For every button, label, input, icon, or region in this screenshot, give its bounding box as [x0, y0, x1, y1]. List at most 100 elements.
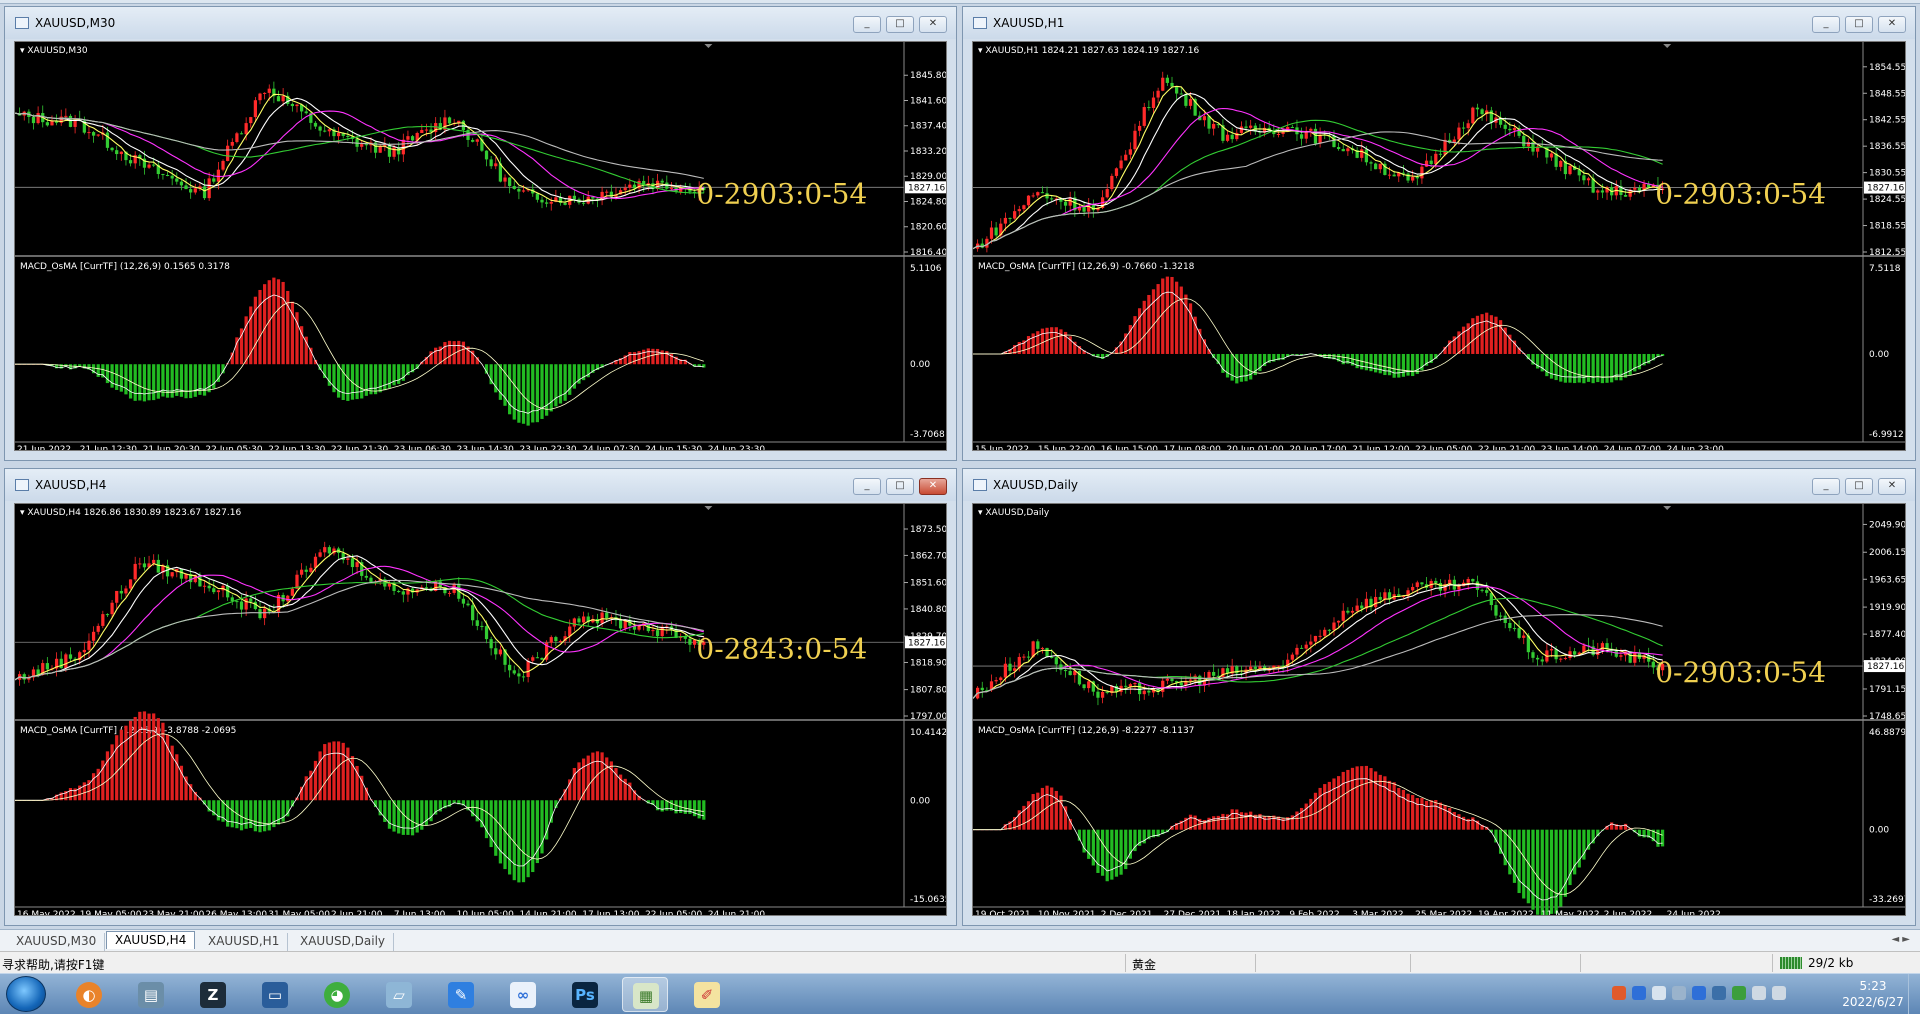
tab-xauusd-h1[interactable]: XAUUSD,H1 [200, 933, 289, 951]
current-price-label: 1827.16 [908, 183, 945, 193]
candle-body [212, 588, 216, 593]
maximize-button[interactable]: □ [886, 16, 914, 33]
tab-xauusd-daily[interactable]: XAUUSD,Daily [292, 933, 395, 951]
sogou-ime-icon[interactable] [1612, 986, 1626, 1000]
system-clock[interactable]: 5:23 2022/6/27 [1838, 978, 1908, 1010]
candle-body [581, 616, 586, 623]
candle-body [1290, 126, 1294, 128]
time-axis-label: 22 Jun 21:30 [331, 445, 388, 451]
candle-body [1105, 691, 1109, 693]
paint-icon[interactable]: ✐ [684, 977, 730, 1012]
browser-icon[interactable]: ◐ [66, 977, 112, 1012]
minimize-button[interactable]: _ [853, 16, 881, 33]
candle-body [392, 147, 396, 157]
time-axis-label: 19 Apr 2022 [1478, 910, 1534, 916]
candle-body [202, 186, 207, 199]
volume-icon[interactable] [1672, 986, 1686, 1000]
shield-icon[interactable] [1712, 986, 1726, 1000]
window-titlebar[interactable]: XAUUSD,H1 _ □ ✕ [963, 7, 1915, 39]
maximize-button[interactable]: □ [1845, 478, 1873, 495]
candle-body [563, 202, 567, 205]
notes-icon[interactable]: ▱ [376, 977, 422, 1012]
candle-body [115, 590, 119, 603]
macd-histogram [15, 711, 706, 883]
chart-window-m30[interactable]: XAUUSD,M30 _ □ ✕ ▾ XAUUSD,M30 MACD_OsMA [… [4, 6, 957, 461]
candle-body [1350, 610, 1355, 613]
pointer-icon[interactable] [1652, 986, 1666, 1000]
feather-icon[interactable]: ✎ [438, 977, 484, 1012]
window-titlebar[interactable]: XAUUSD,Daily _ □ ✕ [963, 469, 1915, 501]
baidu-netdisk-icon[interactable]: ∞ [500, 977, 546, 1012]
macd-bar [1119, 829, 1123, 875]
windows-taskbar: ◐ ▤ Z ▭ ◕ ▱ ✎ ∞ Ps ▦ ✐ 5:23 2022/6/27 [0, 973, 1920, 1014]
macd-bar [360, 364, 364, 399]
tab-scroll-arrows[interactable]: ◄ ► [1891, 934, 1910, 945]
candle-body [494, 163, 498, 167]
monitor-icon[interactable]: ▭ [252, 977, 298, 1012]
candle-body [1309, 641, 1313, 645]
speaker-icon[interactable] [1752, 986, 1766, 1000]
candle-body [1253, 666, 1257, 669]
bluetooth-icon[interactable] [1692, 986, 1706, 1000]
tab-xauusd-m30[interactable]: XAUUSD,M30 [8, 933, 106, 951]
window-titlebar[interactable]: XAUUSD,H4 _ □ ✕ [5, 469, 956, 501]
macd-bar [531, 800, 535, 873]
chart-window-daily[interactable]: XAUUSD,Daily _ □ ✕ ▾ XAUUSD,Daily MACD_Os… [962, 468, 1916, 926]
minimize-button[interactable]: _ [1812, 478, 1840, 495]
candle-body [1596, 190, 1600, 193]
photoshop-icon[interactable]: Ps [562, 977, 608, 1012]
macd-bar [263, 800, 267, 832]
close-button[interactable]: ✕ [919, 478, 947, 495]
network-icon[interactable] [1772, 986, 1786, 1000]
candle-body [1059, 664, 1063, 671]
tab-xauusd-h4[interactable]: XAUUSD,H4 [106, 931, 196, 949]
minimize-button[interactable]: _ [1812, 16, 1840, 33]
window-titlebar[interactable]: XAUUSD,M30 _ □ ✕ [5, 7, 956, 39]
macd-bar [1448, 808, 1452, 830]
status-divider [1410, 954, 1411, 972]
macd-bar [327, 742, 331, 801]
close-button[interactable]: ✕ [1878, 478, 1906, 495]
start-menu-button[interactable] [6, 976, 46, 1012]
minimize-button[interactable]: _ [853, 478, 881, 495]
maximize-button[interactable]: □ [886, 478, 914, 495]
candle-body [1633, 652, 1637, 663]
candle-body [517, 673, 521, 677]
candle-body [258, 93, 262, 101]
price-chart-canvas[interactable]: ▾ XAUUSD,H1 1824.21 1827.63 1824.19 1827… [972, 41, 1906, 451]
candle-body [1137, 125, 1142, 131]
close-button[interactable]: ✕ [919, 16, 947, 33]
candle-body [503, 177, 507, 182]
price-tick-label: 1791.15 [1869, 685, 1906, 695]
price-chart-canvas[interactable]: ▾ XAUUSD,H4 1826.86 1830.89 1823.67 1827… [14, 503, 947, 916]
macd-bar [1438, 802, 1443, 830]
candle-body [628, 184, 632, 188]
z-app-icon[interactable]: Z [190, 977, 236, 1012]
macd-bar [1656, 829, 1660, 847]
macd-bar [1124, 829, 1128, 870]
moving-average-line [15, 110, 704, 199]
macd-bar [1193, 815, 1197, 830]
wechat-icon[interactable]: ◕ [314, 977, 360, 1012]
candle-body [138, 563, 142, 565]
macd-scale-label: 0.00 [910, 796, 930, 806]
metatrader-icon[interactable]: ▦ [622, 977, 668, 1012]
candle-body [1318, 635, 1322, 637]
price-chart-canvas[interactable]: ▾ XAUUSD,Daily MACD_OsMA [CurrTF] (12,26,… [972, 503, 1906, 916]
chart-window-h1[interactable]: XAUUSD,H1 _ □ ✕ ▾ XAUUSD,H1 1824.21 1827… [962, 6, 1916, 461]
price-chart-canvas[interactable]: ▾ XAUUSD,M30 MACD_OsMA [CurrTF] (12,26,9)… [14, 41, 947, 451]
macd-bar [165, 734, 170, 801]
macd-bar [216, 800, 221, 821]
macd-bar [1170, 276, 1174, 354]
close-button[interactable]: ✕ [1878, 16, 1906, 33]
chart-window-h4[interactable]: XAUUSD,H4 _ □ ✕ ▾ XAUUSD,H4 1826.86 1830… [4, 468, 957, 926]
macd-scale-label: 46.8879 [1869, 728, 1906, 738]
security-icon[interactable] [1732, 986, 1746, 1000]
help-icon[interactable] [1632, 986, 1646, 1000]
candle-body [420, 129, 424, 134]
maximize-button[interactable]: □ [1845, 16, 1873, 33]
moving-average-line [15, 112, 704, 194]
show-desktop-button[interactable] [1908, 974, 1920, 1014]
sim-icon[interactable]: ▤ [128, 977, 174, 1012]
candle-body [105, 132, 110, 148]
